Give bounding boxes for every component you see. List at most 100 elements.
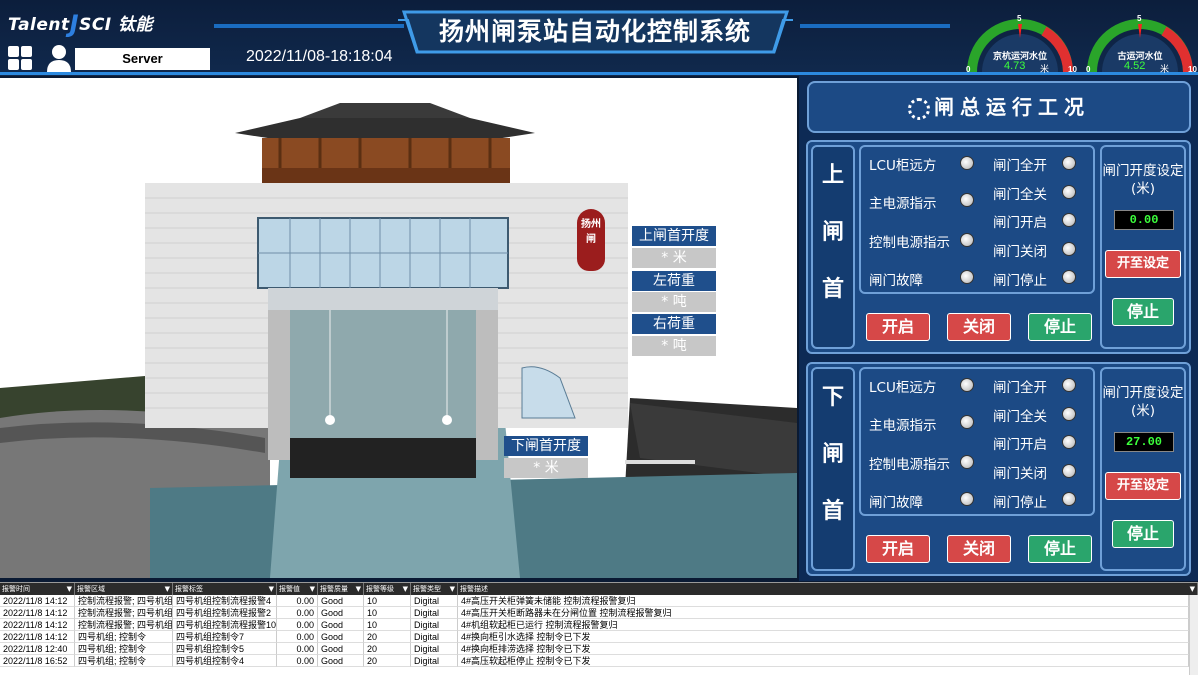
filter-icon[interactable]: ▼	[165, 583, 170, 595]
status-fully-open-led	[1062, 156, 1076, 170]
logo-right-text: SCI 钛能	[79, 15, 154, 35]
header-text: 报警值	[279, 585, 300, 593]
lower-setpoint-label: 闸门开度设定(米)	[1102, 385, 1184, 419]
status-closing-label: 闸门关闭	[993, 466, 1047, 482]
cell-type: Digital	[411, 595, 458, 607]
col-header-description[interactable]: 报警描述 ▼	[458, 583, 1198, 595]
app-grid-icon[interactable]	[8, 46, 32, 70]
gate-name-char: 下	[821, 385, 844, 410]
filter-icon[interactable]: ▼	[1190, 583, 1195, 595]
header-text: 报警等级	[366, 585, 394, 593]
lower-setpoint-stop-button[interactable]: 停止	[1112, 520, 1174, 548]
lower-open-to-setpoint-button[interactable]: 开至设定	[1105, 472, 1181, 500]
cell-tag: 四号机组控制令4	[173, 655, 277, 667]
upper-setpoint-value[interactable]: 0.00	[1114, 210, 1174, 230]
status-stopped-led	[1062, 492, 1076, 506]
lower-open-button[interactable]: 开启	[866, 535, 930, 563]
col-header-area[interactable]: 报警区域 ▼	[75, 583, 173, 595]
gauge-tick-mid: 5	[1137, 14, 1142, 23]
cell-description: 4#换向柜排涝选择 控制令已下发	[458, 643, 1189, 655]
cell-time: 2022/11/8 14:12	[0, 595, 75, 607]
table-row[interactable]: 2022/11/8 14:12 四号机组; 控制令 四号机组控制令7 0.00 Good…	[0, 631, 1190, 643]
filter-icon[interactable]: ▼	[310, 583, 315, 595]
table-row[interactable]: 2022/11/8 14:12 控制流程报警; 四号机组 四号机组控制流程报警4 0.…	[0, 595, 1190, 607]
upper-gate-opening-value: * 米	[632, 248, 716, 268]
cell-value: 0.00	[277, 595, 318, 607]
header-text: 报警类型	[413, 585, 441, 593]
col-header-time[interactable]: 报警时间 ▼	[0, 583, 75, 595]
cell-type: Digital	[411, 619, 458, 631]
status-closing-led	[1062, 242, 1076, 256]
filter-icon[interactable]: ▼	[450, 583, 455, 595]
cell-level: 20	[364, 643, 411, 655]
cell-area: 四号机组; 控制令	[75, 655, 173, 667]
upper-setpoint-stop-button[interactable]: 停止	[1112, 298, 1174, 326]
upper-stop-button[interactable]: 停止	[1028, 313, 1092, 341]
status-closing-label: 闸门关闭	[993, 244, 1047, 260]
filter-icon[interactable]: ▼	[269, 583, 274, 595]
server-field[interactable]: Server	[75, 48, 210, 70]
lower-gate-opening-label: 下闸首开度	[504, 436, 588, 456]
status-fully-closed-label: 闸门全关	[993, 409, 1047, 425]
lower-stop-button[interactable]: 停止	[1028, 535, 1092, 563]
col-header-value[interactable]: 报警值 ▼	[277, 583, 318, 595]
alarm-table-scrollbar[interactable]	[1189, 595, 1198, 675]
status-fully-closed-led	[1062, 407, 1076, 421]
cell-tag: 四号机组控制令5	[173, 643, 277, 655]
table-row[interactable]: 2022/11/8 14:12 控制流程报警; 四号机组 四号机组控制流程报警10 0…	[0, 619, 1190, 631]
cell-description: 4#高压开关柜弹簧未储能 控制流程报警复归	[458, 595, 1189, 607]
upper-open-to-setpoint-button[interactable]: 开至设定	[1105, 250, 1181, 278]
cell-tag: 四号机组控制流程报警2	[173, 607, 277, 619]
filter-icon[interactable]: ▼	[356, 583, 361, 595]
status-lcu-remote-label: LCU柜远方	[869, 158, 937, 174]
right-load-label: 右荷重	[632, 314, 716, 334]
company-logo: TalentJSCI 钛能	[8, 8, 154, 38]
cell-type: Digital	[411, 607, 458, 619]
table-row[interactable]: 2022/11/8 12:40 四号机组; 控制令 四号机组控制令5 0.00 Good…	[0, 643, 1190, 655]
status-gate-fault-label: 闸门故障	[869, 273, 923, 289]
cell-value: 0.00	[277, 619, 318, 631]
status-opening-led	[1062, 213, 1076, 227]
filter-icon[interactable]: ▼	[67, 583, 72, 595]
gauge-value: 4.52	[1124, 60, 1146, 72]
status-lcu-remote-led	[960, 156, 974, 170]
cell-level: 10	[364, 619, 411, 631]
col-header-tag[interactable]: 报警标签 ▼	[173, 583, 277, 595]
header-text: 报警区域	[77, 585, 105, 593]
status-lcu-remote-label: LCU柜远方	[869, 380, 937, 396]
gauge-gu-canal-water-level: 5 0 10 古运河水位 4.52 米	[1086, 14, 1197, 76]
right-load-value: * 吨	[632, 336, 716, 356]
cell-type: Digital	[411, 631, 458, 643]
cell-time: 2022/11/8 14:12	[0, 619, 75, 631]
cell-type: Digital	[411, 643, 458, 655]
upper-gate-name: 上 闸 首	[811, 145, 855, 349]
status-opening-label: 闸门开启	[993, 215, 1047, 231]
lower-setpoint-value[interactable]: 27.00	[1114, 432, 1174, 452]
table-row[interactable]: 2022/11/8 14:12 控制流程报警; 四号机组 四号机组控制流程报警2 0.…	[0, 607, 1190, 619]
gate-name-char: 闸	[821, 442, 844, 467]
status-control-power-led	[960, 455, 974, 469]
gauge-unit: 米	[1040, 65, 1050, 75]
header-text: 报警质量	[320, 585, 348, 593]
cell-value: 0.00	[277, 655, 318, 667]
upper-close-button[interactable]: 关闭	[947, 313, 1011, 341]
table-row[interactable]: 2022/11/8 16:52 四号机组; 控制令 四号机组控制令4 0.00 Good…	[0, 655, 1190, 667]
col-header-level[interactable]: 报警等级 ▼	[364, 583, 411, 595]
gauge-tick-mid: 5	[1017, 14, 1022, 23]
col-header-type[interactable]: 报警类型 ▼	[411, 583, 458, 595]
cell-description: 4#高压软起柜停止 控制令已下发	[458, 655, 1189, 667]
status-fully-open-label: 闸门全开	[993, 158, 1047, 174]
cell-quality: Good	[318, 607, 364, 619]
user-icon[interactable]	[46, 44, 72, 72]
filter-icon[interactable]: ▼	[403, 583, 408, 595]
status-fully-open-label: 闸门全开	[993, 380, 1047, 396]
status-fully-closed-label: 闸门全关	[993, 187, 1047, 203]
upper-open-button[interactable]: 开启	[866, 313, 930, 341]
gate-name-char: 闸	[821, 220, 844, 245]
gauge-jinghang-water-level: 5 0 10 京杭运河水位 4.73 米	[966, 14, 1077, 76]
status-main-power-led	[960, 415, 974, 429]
col-header-quality[interactable]: 报警质量 ▼	[318, 583, 364, 595]
status-fully-closed-led	[1062, 185, 1076, 199]
lower-close-button[interactable]: 关闭	[947, 535, 1011, 563]
status-stopped-led	[1062, 270, 1076, 284]
